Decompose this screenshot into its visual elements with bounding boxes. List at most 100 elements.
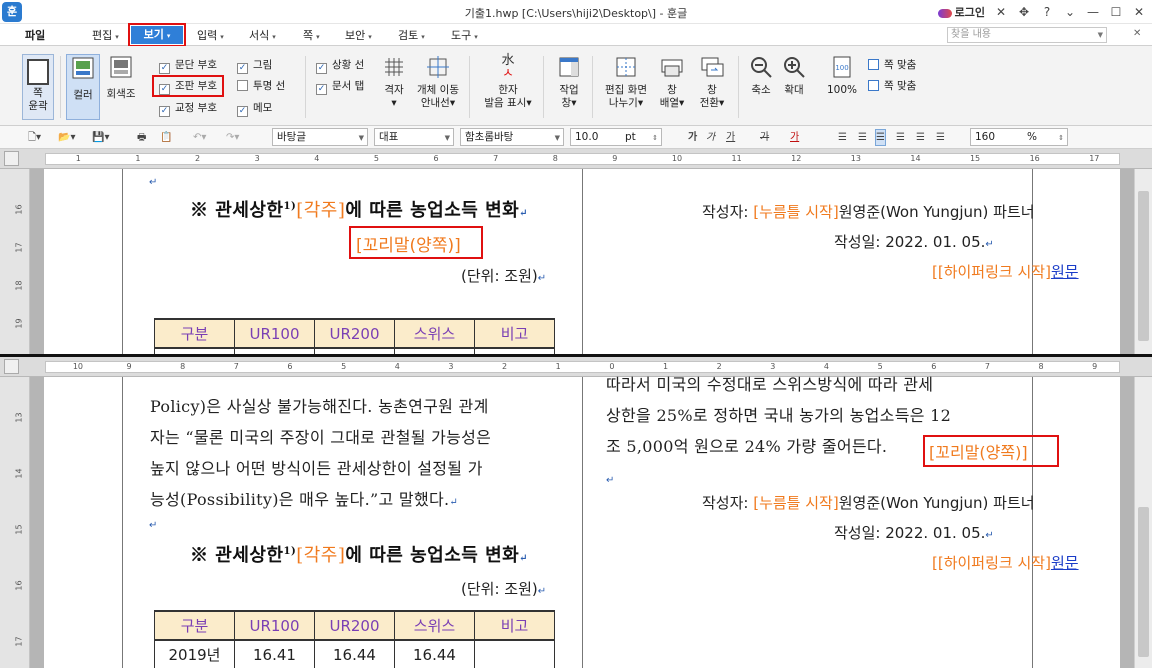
save-icon[interactable]: 💾▾: [92, 130, 109, 145]
zoom-input[interactable]: 160% ⇕: [970, 128, 1068, 146]
table-row: 2019년16.4116.4416.44: [154, 639, 555, 668]
zoom-out-button[interactable]: 축소: [746, 54, 776, 97]
grid-button[interactable]: 격자 ▾: [379, 54, 409, 110]
check-picture[interactable]: ✓ 그림: [237, 57, 272, 74]
switch-icon: [699, 54, 725, 80]
endnote-text: [꼬리말(양쪽)]: [356, 236, 461, 256]
font-size-input[interactable]: 10.0 pt ⇕: [570, 128, 662, 146]
strike-button[interactable]: 가: [760, 130, 769, 145]
split-align-icon[interactable]: ☰: [936, 130, 945, 145]
scroll-thumb[interactable]: [1138, 191, 1149, 341]
scroll-thumb[interactable]: [1138, 507, 1149, 657]
open-icon[interactable]: 📂▾: [58, 130, 75, 145]
check-proof-mark[interactable]: ✓ 교정 부호: [159, 100, 217, 117]
new-doc-icon[interactable]: 🗋▾: [28, 130, 41, 145]
table-header-cell[interactable]: 비고: [474, 318, 555, 349]
menu-edit[interactable]: 편집 ▾: [92, 27, 119, 44]
table-cell[interactable]: 16.44: [394, 639, 475, 668]
style-select[interactable]: 바탕글 ▼: [272, 128, 368, 146]
language-select[interactable]: 대표 ▼: [374, 128, 454, 146]
table-header-cell[interactable]: UR100: [234, 318, 315, 349]
undo-icon[interactable]: ↶▾: [193, 130, 206, 145]
table-header-cell[interactable]: 스위스: [394, 610, 475, 641]
field-start-tag[interactable]: [누름틀 시작]: [753, 203, 838, 221]
table-header-cell[interactable]: UR200: [314, 610, 395, 641]
grayscale-button[interactable]: 회색조: [104, 54, 138, 120]
align-left-icon[interactable]: ☰: [858, 130, 867, 145]
table-header-cell[interactable]: UR200: [314, 318, 395, 349]
menu-security[interactable]: 보안 ▾: [345, 27, 372, 44]
hyperlink-start-tag[interactable]: [하이퍼링크 시작]: [938, 263, 1051, 281]
login-button[interactable]: 로그인: [937, 4, 985, 20]
table-cell[interactable]: [474, 639, 555, 668]
check-memo[interactable]: ✓ 메모: [237, 100, 272, 117]
check-doc-tab[interactable]: ✓ 문서 탭: [316, 78, 364, 95]
zoom-100-button[interactable]: 100 100%: [825, 54, 859, 97]
object-move-guide-button[interactable]: 개체 이동 안내선▾: [416, 54, 460, 110]
table-cell[interactable]: 16.44: [314, 639, 395, 668]
arrange-windows-button[interactable]: 창 배열▾: [656, 54, 688, 110]
clipboard-icon[interactable]: 📋: [160, 130, 172, 145]
hyperlink-start-tag[interactable]: [하이퍼링크 시작]: [938, 554, 1051, 572]
check-layout-mark[interactable]: ✓ 조판 부호: [152, 75, 224, 97]
table-cell[interactable]: 16.41: [234, 639, 315, 668]
page-outline-button[interactable]: 쪽 윤곽: [22, 54, 54, 120]
distribute-icon[interactable]: ☰: [916, 130, 925, 145]
hyperlink-text[interactable]: 원문: [1051, 263, 1079, 281]
vruler-number: 14: [14, 468, 24, 479]
align-center-icon[interactable]: ☰: [875, 129, 886, 146]
menu-format[interactable]: 서식 ▾: [249, 27, 276, 44]
menu-page[interactable]: 쪽 ▾: [303, 27, 320, 44]
check-paragraph-mark[interactable]: ✓ 문단 부호: [159, 57, 217, 74]
vertical-ruler-top: 16 17 18 19: [0, 169, 30, 354]
table-cell[interactable]: 2019년: [154, 639, 235, 668]
menu-tools[interactable]: 도구 ▾: [451, 27, 478, 44]
bold-button[interactable]: 가: [688, 130, 697, 145]
vertical-scrollbar-top[interactable]: [1134, 169, 1152, 354]
hanja-pronounce-button[interactable]: 水ㅅ 한자 발음 표시▾: [482, 54, 534, 110]
collapse-ribbon-icon[interactable]: ⌄: [1063, 5, 1077, 19]
vruler-number: 13: [14, 412, 24, 423]
menu-review[interactable]: 검토 ▾: [398, 27, 425, 44]
close-doc-icon[interactable]: ✕: [994, 5, 1008, 19]
fit-width-button[interactable]: 쪽 맞춤: [868, 57, 916, 73]
ruler-number: 9: [1092, 362, 1098, 371]
font-select[interactable]: 함초롬바탕 ▼: [460, 128, 564, 146]
menu-insert[interactable]: 입력 ▾: [197, 27, 224, 44]
table-header-cell[interactable]: 구분: [154, 318, 235, 349]
split-view-button[interactable]: 편집 화면 나누기▾: [602, 54, 650, 110]
menu-view[interactable]: 보기 ▾: [128, 23, 186, 47]
help-icon[interactable]: ?: [1040, 5, 1054, 19]
color-mode-button[interactable]: 컬러: [66, 54, 100, 120]
check-transparent-line[interactable]: 투명 선: [237, 78, 285, 94]
table-header-cell[interactable]: 스위스: [394, 318, 475, 349]
switch-window-button[interactable]: 창 전환▾: [696, 54, 728, 110]
menu-file[interactable]: 파일: [25, 27, 45, 44]
align-justify-icon[interactable]: ☰: [838, 130, 847, 145]
ruler-toggle-icon[interactable]: [4, 359, 19, 374]
check-status-line[interactable]: ✓ 상황 선: [316, 57, 364, 74]
ruler-toggle-icon[interactable]: [4, 151, 19, 166]
table-header-cell[interactable]: UR100: [234, 610, 315, 641]
italic-button[interactable]: 가: [706, 130, 715, 145]
maximize-button[interactable]: ☐: [1109, 5, 1123, 19]
underline-button[interactable]: 가: [726, 130, 735, 145]
align-right-icon[interactable]: ☰: [896, 130, 905, 145]
work-window-button[interactable]: 작업 창▾: [553, 54, 585, 110]
zoom-in-button[interactable]: 확대: [779, 54, 809, 97]
print-icon[interactable]: 🖶: [137, 130, 146, 145]
table-header-cell[interactable]: 구분: [154, 610, 235, 641]
redo-icon[interactable]: ↷▾: [226, 130, 239, 145]
minimize-button[interactable]: —: [1086, 5, 1100, 19]
hyperlink-text[interactable]: 원문: [1051, 554, 1079, 572]
search-input[interactable]: 찾을 내용 ▼: [947, 27, 1107, 43]
close-button[interactable]: ✕: [1132, 5, 1146, 19]
move-icon[interactable]: ✥: [1017, 5, 1031, 19]
font-color-button[interactable]: 가: [790, 130, 799, 145]
table-header-cell[interactable]: 비고: [474, 610, 555, 641]
vertical-scrollbar-bottom[interactable]: [1134, 377, 1152, 668]
menu-close-icon[interactable]: ✕: [1133, 28, 1141, 39]
field-start-tag[interactable]: [누름틀 시작]: [753, 494, 838, 512]
fit-page-button[interactable]: 쪽 맞춤: [868, 78, 916, 94]
editor-pane-top: 1 1 2 3 4 5 6 7 8 9 10 11 12 13 14 15 16 17 16 17 18 19 ↵ ※ …: [0, 149, 1152, 354]
